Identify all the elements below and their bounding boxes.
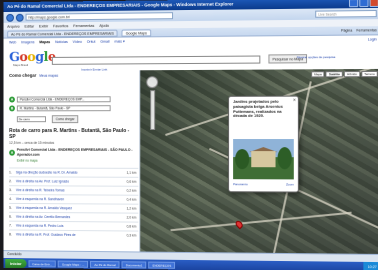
map-type-hybrid[interactable]: Híbrido <box>344 71 361 78</box>
gnav-gmail[interactable]: Gmail <box>100 39 109 43</box>
tab-google-maps[interactable]: Google Maps <box>121 28 151 37</box>
get-directions-button[interactable]: Como chegar <box>51 115 79 124</box>
forward-icon[interactable] <box>15 13 24 22</box>
gnav-web[interactable]: Web <box>9 40 16 44</box>
map-marker-icon[interactable] <box>234 219 245 230</box>
screen: Ao Pé do Ramal Comercial Ltda - ENDEREÇO… <box>3 0 378 270</box>
pan-control-icon[interactable] <box>146 76 159 89</box>
tools-menu[interactable]: Ferramentas <box>356 28 376 32</box>
route-title: Rota de carro para R. Martins - Butantã,… <box>9 128 130 140</box>
start-button[interactable]: Iniciar <box>5 258 27 268</box>
map-type-terrain[interactable]: Terreno <box>361 70 378 78</box>
taskbar-item[interactable]: Ao Pé do Ramal <box>90 260 120 268</box>
travel-mode-select[interactable]: De carro <box>16 116 47 123</box>
to-input[interactable]: R. Martins - Butantã, São Paulo - SP <box>16 105 111 112</box>
gnav-maps[interactable]: Mapas <box>39 40 50 44</box>
close-button[interactable] <box>369 0 378 8</box>
panel-heading: Como chegar Meus mapas <box>9 72 59 78</box>
maps-search-input[interactable] <box>51 55 261 65</box>
window-controls <box>348 0 378 8</box>
from-input[interactable]: Pensilvi Comercial Ltda - ENDEREÇOS EMP.… <box>16 96 111 103</box>
menu-favorites[interactable]: Favoritos <box>53 24 68 28</box>
list-item[interactable]: 1. Siga na direção sudoeste na R. Dr. Arn… <box>9 167 139 177</box>
info-caption: Jardins projetados pelo paisagista belga… <box>233 98 283 119</box>
login-link[interactable]: Login <box>368 37 377 41</box>
list-item[interactable]: 8. Vire à direita na R. Prof. Gustavo Pir… <box>9 229 139 240</box>
maps-header: Google Maps Brasil Pesquisar no Mapa Mos… <box>3 42 378 72</box>
system-clock: 10:27 <box>363 261 378 270</box>
taskbar-item[interactable]: Google Maps - ... <box>58 260 89 268</box>
tab-company[interactable]: Ao Pé do Ramal Comercial Ltda - ENDEREÇO… <box>7 29 118 38</box>
taskbar-item[interactable]: Documento1 <box>121 260 147 269</box>
zoom-link[interactable]: Zoom <box>286 182 294 186</box>
end-marker-icon: B <box>9 105 15 112</box>
search-options-link[interactable]: Mostrar opções de pesquisa <box>297 55 335 59</box>
live-search-input[interactable]: Live Search <box>315 9 377 18</box>
route-summary: 12,5 km – cerca de 15 minutos <box>9 140 55 145</box>
garden-photo[interactable] <box>233 139 294 180</box>
minimize-button[interactable] <box>348 0 359 8</box>
directions-panel: Como chegar Meus mapas A Pensilvi Comerci… <box>3 70 141 270</box>
page-menu[interactable]: Página <box>341 29 352 33</box>
maximize-button[interactable] <box>359 0 369 8</box>
direction-steps: 1. Siga na direção sudoeste na R. Dr. Arn… <box>9 167 139 240</box>
window-title: Ao Pé do Ramal Comercial Ltda - ENDEREÇO… <box>7 1 234 10</box>
taskbar-item[interactable]: ENDEREÇOS <box>148 261 176 269</box>
map-type-control: Mapa Satélite Híbrido Terreno <box>311 70 378 78</box>
zoom-control <box>146 76 159 131</box>
start-marker-icon: A <box>9 96 15 103</box>
zoom-slider[interactable] <box>149 90 155 131</box>
menu-edit[interactable]: Editar <box>25 24 35 28</box>
origin-map-link[interactable]: Exibir no mapa <box>17 159 38 163</box>
panoramio-link[interactable]: Panoramio <box>233 182 248 186</box>
map-type-satellite[interactable]: Satélite <box>325 71 343 78</box>
command-bar: Página Ferramentas <box>341 28 377 32</box>
map-road <box>170 211 352 232</box>
gnav-orkut[interactable]: Orkut <box>87 39 96 43</box>
address-bar[interactable]: http://maps.google.com.br/ <box>25 12 174 21</box>
logo-subtitle: Maps Brasil <box>12 63 29 68</box>
gnav-video[interactable]: Vídeo <box>73 39 82 43</box>
gnav-news[interactable]: Notícias <box>55 40 68 44</box>
my-maps-link[interactable]: Meus mapas <box>39 74 58 78</box>
origin-name[interactable]: Pensilvi Comercial Ltda - ENDEREÇOS EMPR… <box>17 148 134 157</box>
origin-marker-icon: A <box>9 149 15 156</box>
gnav-images[interactable]: Imagens <box>21 40 34 44</box>
map-type-map[interactable]: Mapa <box>311 71 325 78</box>
menu-tools[interactable]: Ferramentas <box>73 23 94 27</box>
taskbar-item[interactable]: Caixa de Entr... <box>28 259 57 267</box>
back-icon[interactable] <box>6 13 14 22</box>
menu-file[interactable]: Arquivo <box>7 24 19 28</box>
menu-help[interactable]: Ajuda <box>99 23 109 27</box>
menu-view[interactable]: Exibir <box>39 24 48 28</box>
info-window: × Jardins projetados pelo paisagista bel… <box>228 95 299 193</box>
gnav-more[interactable]: mais ▾ <box>114 39 124 43</box>
